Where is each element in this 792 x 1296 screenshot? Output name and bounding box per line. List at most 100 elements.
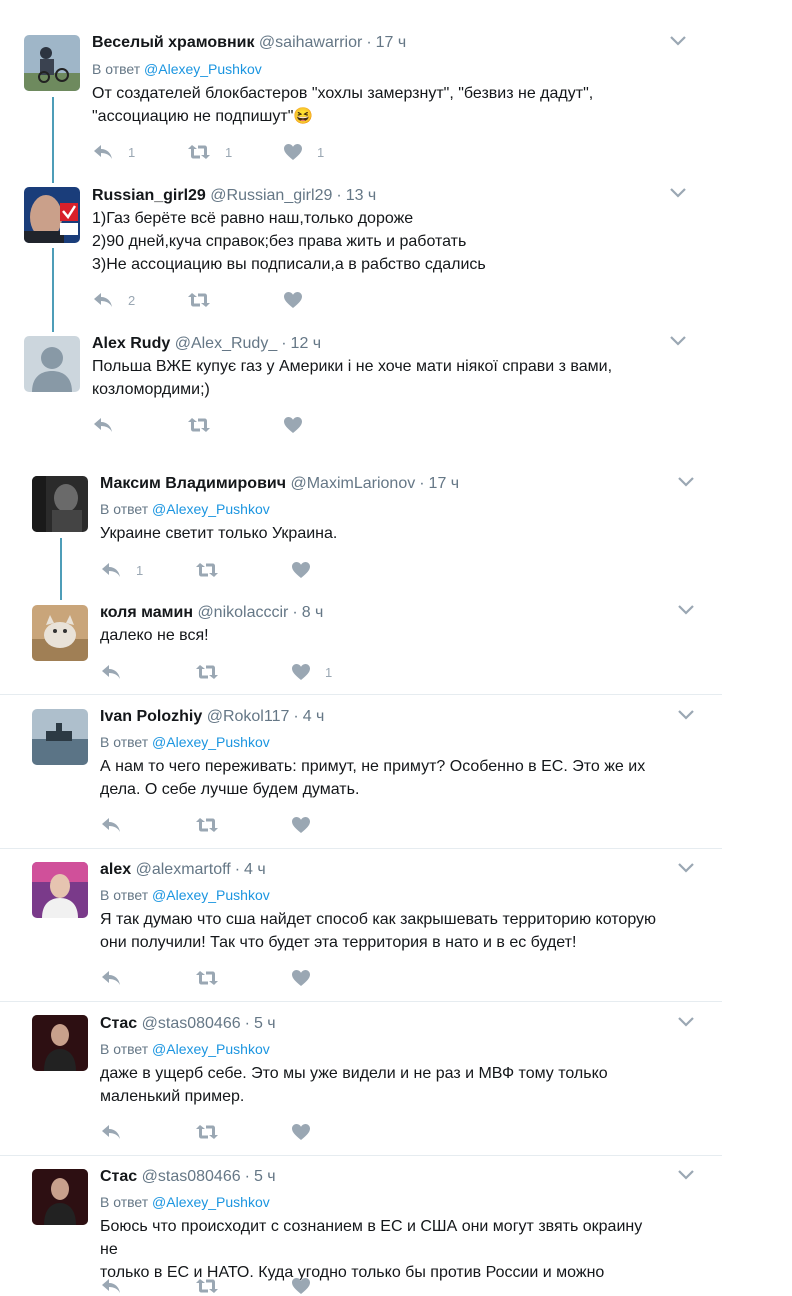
author-name[interactable]: Стас bbox=[100, 1015, 137, 1032]
reply-to-mention[interactable]: @Alexey_Pushkov bbox=[152, 887, 270, 903]
like-button[interactable] bbox=[283, 415, 317, 435]
reply-button[interactable] bbox=[92, 415, 128, 435]
reply-context: В ответ @Alexey_Pushkov bbox=[100, 1040, 270, 1058]
avatar[interactable] bbox=[32, 1169, 88, 1225]
avatar[interactable] bbox=[32, 605, 88, 661]
chevron-down-icon[interactable] bbox=[670, 188, 686, 198]
retweet-button[interactable]: 1 bbox=[187, 142, 232, 162]
retweet-button[interactable] bbox=[195, 1276, 233, 1296]
avatar[interactable] bbox=[32, 709, 88, 765]
author-name[interactable]: Ivan Polozhiy bbox=[100, 708, 202, 725]
tweet-header: Максим Владимирович @MaximLarionov · 17 ч bbox=[100, 475, 460, 492]
author-name[interactable]: Максим Владимирович bbox=[100, 475, 286, 492]
timestamp[interactable]: 12 ч bbox=[291, 335, 322, 352]
avatar[interactable] bbox=[32, 476, 88, 532]
tweet-actions: 1 1 1 bbox=[92, 142, 392, 162]
timestamp[interactable]: 5 ч bbox=[254, 1015, 276, 1032]
reply-to-label: В ответ bbox=[92, 61, 141, 77]
reply-icon bbox=[94, 145, 112, 159]
reply-button[interactable] bbox=[100, 1276, 136, 1296]
like-button[interactable] bbox=[291, 1122, 325, 1142]
author-name[interactable]: alex bbox=[100, 861, 131, 878]
chevron-down-icon[interactable] bbox=[678, 605, 694, 615]
author-name[interactable]: Russian_girl29 bbox=[92, 187, 206, 204]
timestamp[interactable]: 17 ч bbox=[429, 475, 460, 492]
avatar[interactable] bbox=[24, 35, 80, 91]
reply-count: 2 bbox=[128, 292, 136, 308]
tweet-actions bbox=[100, 968, 400, 988]
reply-to-mention[interactable]: @Alexey_Pushkov bbox=[152, 734, 270, 750]
reply-button[interactable] bbox=[100, 815, 136, 835]
reply-to-mention[interactable]: @Alexey_Pushkov bbox=[152, 501, 270, 517]
avatar[interactable] bbox=[32, 1015, 88, 1071]
like-button[interactable] bbox=[291, 815, 325, 835]
author-handle[interactable]: @Russian_girl29 bbox=[210, 187, 332, 204]
like-button[interactable] bbox=[291, 1276, 325, 1296]
author-handle[interactable]: @nikolacccir bbox=[197, 604, 288, 621]
retweet-button[interactable] bbox=[195, 662, 233, 682]
tweet-header: Russian_girl29 @Russian_girl29 · 13 ч bbox=[92, 187, 377, 204]
author-handle[interactable]: @stas080466 bbox=[142, 1015, 241, 1032]
reply-button[interactable] bbox=[100, 662, 136, 682]
chevron-down-icon[interactable] bbox=[678, 710, 694, 720]
chevron-down-icon[interactable] bbox=[678, 1017, 694, 1027]
author-handle[interactable]: @saihawarrior bbox=[259, 34, 362, 51]
chevron-down-icon[interactable] bbox=[678, 477, 694, 487]
tweet-text: даже в ущерб себе. Это мы уже видели и н… bbox=[100, 1065, 608, 1105]
author-handle[interactable]: @Rokol117 bbox=[207, 708, 290, 725]
chevron-down-icon[interactable] bbox=[670, 336, 686, 346]
tweet-actions bbox=[100, 815, 400, 835]
author-handle[interactable]: @MaximLarionov bbox=[290, 475, 415, 492]
reply-button[interactable]: 1 bbox=[92, 142, 135, 162]
author-name[interactable]: Веселый храмовник bbox=[92, 34, 254, 51]
timestamp[interactable]: 17 ч bbox=[376, 34, 407, 51]
reply-button[interactable]: 1 bbox=[100, 560, 143, 580]
author-handle[interactable]: @Alex_Rudy_ bbox=[175, 335, 278, 352]
author-handle[interactable]: @alexmartoff bbox=[136, 861, 231, 878]
timestamp[interactable]: 4 ч bbox=[244, 861, 266, 878]
like-button[interactable] bbox=[291, 968, 325, 988]
retweet-button[interactable] bbox=[195, 1122, 233, 1142]
reply-to-mention[interactable]: @Alexey_Pushkov bbox=[144, 61, 262, 77]
tweet-header: коля мамин @nikolacccir · 8 ч bbox=[100, 604, 324, 621]
retweet-button[interactable] bbox=[195, 815, 233, 835]
author-name[interactable]: Стас bbox=[100, 1168, 137, 1185]
reply-to-label: В ответ bbox=[100, 887, 149, 903]
avatar[interactable] bbox=[24, 336, 80, 392]
reply-to-mention[interactable]: @Alexey_Pushkov bbox=[152, 1194, 270, 1210]
reply-count: 1 bbox=[128, 144, 136, 160]
reply-button[interactable] bbox=[100, 968, 136, 988]
retweet-button[interactable] bbox=[195, 560, 233, 580]
tweet-actions: 2 bbox=[92, 290, 392, 310]
reply-button[interactable] bbox=[100, 1122, 136, 1142]
timestamp[interactable]: 4 ч bbox=[303, 708, 325, 725]
retweet-button[interactable] bbox=[195, 968, 233, 988]
timestamp[interactable]: 5 ч bbox=[254, 1168, 276, 1185]
reply-to-mention[interactable]: @Alexey_Pushkov bbox=[152, 1041, 270, 1057]
reply-icon bbox=[102, 665, 120, 679]
thread-line bbox=[52, 97, 54, 183]
timestamp[interactable]: 13 ч bbox=[346, 187, 377, 204]
retweet-icon bbox=[196, 563, 218, 577]
like-button[interactable] bbox=[283, 290, 317, 310]
chevron-down-icon[interactable] bbox=[678, 1170, 694, 1180]
tweet-header: alex @alexmartoff · 4 ч bbox=[100, 861, 266, 878]
avatar[interactable] bbox=[24, 187, 80, 243]
like-button[interactable]: 1 bbox=[291, 662, 332, 682]
retweet-button[interactable] bbox=[187, 415, 225, 435]
like-button[interactable] bbox=[291, 560, 325, 580]
like-button[interactable]: 1 bbox=[283, 142, 324, 162]
avatar[interactable] bbox=[32, 862, 88, 918]
timestamp[interactable]: 8 ч bbox=[302, 604, 324, 621]
chevron-down-icon[interactable] bbox=[670, 36, 686, 46]
reply-button[interactable]: 2 bbox=[92, 290, 135, 310]
tweet-actions: 1 bbox=[100, 560, 400, 580]
retweet-button[interactable] bbox=[187, 290, 225, 310]
author-name[interactable]: коля мамин bbox=[100, 604, 193, 621]
retweet-icon bbox=[196, 1279, 218, 1293]
chevron-down-icon[interactable] bbox=[678, 863, 694, 873]
retweet-icon bbox=[188, 145, 210, 159]
author-name[interactable]: Alex Rudy bbox=[92, 335, 170, 352]
author-handle[interactable]: @stas080466 bbox=[142, 1168, 241, 1185]
tweet-text: Я так думаю что сша найдет способ как за… bbox=[100, 911, 657, 951]
